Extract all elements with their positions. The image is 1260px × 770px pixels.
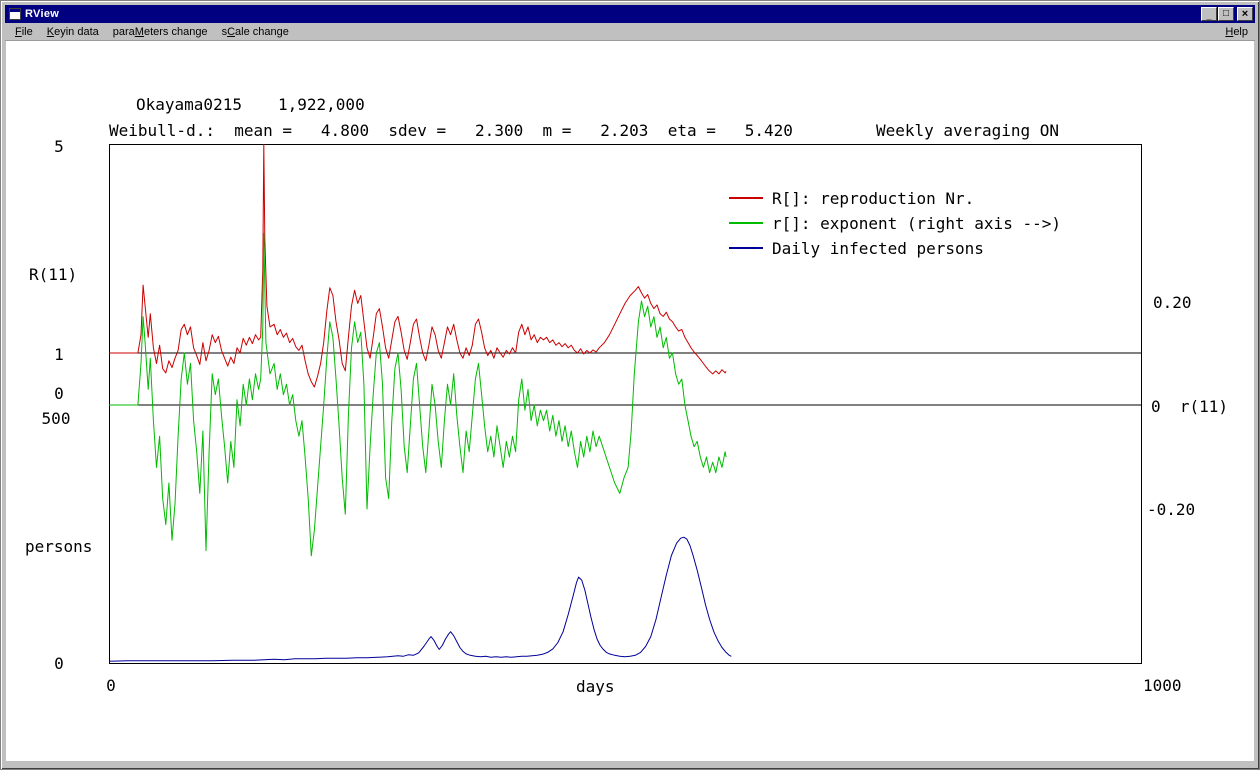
chart-layer: Okayama0215 1,922,000 Weibull-d.: mean =… bbox=[1, 1, 1259, 769]
chart-title-dataset: Okayama0215 bbox=[136, 95, 242, 114]
axis-label-y-one: 1 bbox=[49, 345, 69, 364]
legend-item-R: R[]: reproduction Nr. bbox=[729, 189, 974, 207]
axis-label-x: days bbox=[576, 677, 615, 696]
legend-item-persons: Daily infected persons bbox=[729, 239, 984, 257]
axis-label-right-zero: 0 r(11) bbox=[1151, 397, 1228, 416]
axis-label-x-max: 1000 bbox=[1143, 676, 1182, 695]
app-window: RView _ □ × File Keyin data paraMeters c… bbox=[0, 0, 1260, 770]
axis-label-y-top: 5 bbox=[49, 137, 69, 156]
series-line-0 bbox=[109, 144, 726, 387]
weekly-averaging-status: Weekly averaging ON bbox=[876, 121, 1059, 140]
axis-label-y-bottom-zero: 0 bbox=[49, 654, 69, 673]
axis-label-R: R(11) bbox=[29, 265, 77, 284]
axis-label-persons: persons bbox=[25, 537, 92, 556]
axis-label-right-bottom: -0.20 bbox=[1147, 500, 1195, 519]
axis-label-x-min: 0 bbox=[101, 676, 121, 695]
legend-swatch-r bbox=[729, 222, 763, 224]
legend-swatch-R bbox=[729, 197, 763, 199]
axis-label-y-500: 500 bbox=[39, 409, 73, 428]
distribution-params: Weibull-d.: mean = 4.800 sdev = 2.300 m … bbox=[109, 121, 793, 140]
legend-label-r: r[]: exponent (right axis -->) bbox=[772, 214, 1061, 233]
legend-item-r: r[]: exponent (right axis -->) bbox=[729, 214, 1061, 232]
chart-title-population: 1,922,000 bbox=[278, 95, 365, 114]
axis-label-right-top: 0.20 bbox=[1153, 293, 1192, 312]
series-line-2 bbox=[109, 537, 731, 661]
series-line-1 bbox=[109, 233, 726, 555]
legend-label-R: R[]: reproduction Nr. bbox=[772, 189, 974, 208]
legend-swatch-persons bbox=[729, 247, 763, 249]
legend-label-persons: Daily infected persons bbox=[772, 239, 984, 258]
axis-label-y-zero: 0 bbox=[49, 384, 69, 403]
